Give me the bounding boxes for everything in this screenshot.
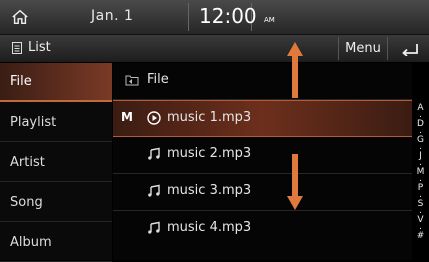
song-name: music 2.mp3 [167,146,252,161]
music-note-icon [148,147,160,160]
category-artist[interactable]: Artist [0,143,112,182]
home-button[interactable] [6,3,34,31]
song-name: music 4.mp3 [167,220,252,235]
current-marker: M [121,110,133,124]
list-item[interactable]: music 4.mp3 [113,211,412,248]
menu-button[interactable]: Menu [338,37,388,60]
category-list: File Playlist Artist Song Album [0,63,112,262]
category-playlist[interactable]: Playlist [0,103,112,142]
list-item[interactable]: M music 1.mp3 [113,100,412,137]
scroll-up-arrow-icon [287,42,303,98]
category-label: File [10,74,32,89]
page-title: List [28,40,51,55]
folder-icon [125,75,139,86]
list-item[interactable]: music 3.mp3 [113,174,412,211]
scroll-down-arrow-icon [287,154,303,210]
alphabet-index[interactable]: A . D . G . J . M . P . S . V . # [412,63,429,260]
play-circle-icon [147,111,161,125]
category-song[interactable]: Song [0,183,112,222]
clock-ampm: AM [264,16,275,24]
music-note-icon [148,184,160,197]
list-icon [12,42,22,54]
song-name: music 1.mp3 [167,110,252,125]
category-file[interactable]: File [0,63,112,102]
back-arrow-icon [402,43,418,56]
home-icon [12,9,28,25]
list-item[interactable]: music 2.mp3 [113,137,412,174]
back-button[interactable] [395,37,425,60]
song-name: music 3.mp3 [167,183,252,198]
list-header: List Menu [0,35,429,62]
category-label: Playlist [10,114,57,130]
category-label: Artist [10,154,45,170]
category-label: Album [10,234,52,250]
category-label: Song [10,194,43,210]
folder-row[interactable]: File [113,63,412,100]
music-note-icon [148,221,160,234]
category-album[interactable]: Album [0,223,112,262]
clock-time: 12:00 [199,4,257,28]
index-letter[interactable]: # [412,231,429,241]
status-bar: Jan. 1 12:00 AM [0,0,429,35]
date-display: Jan. 1 [91,8,134,24]
folder-name: File [147,72,169,87]
file-list: File M music 1.mp3 music 2.mp3 music 3.m… [113,63,412,260]
